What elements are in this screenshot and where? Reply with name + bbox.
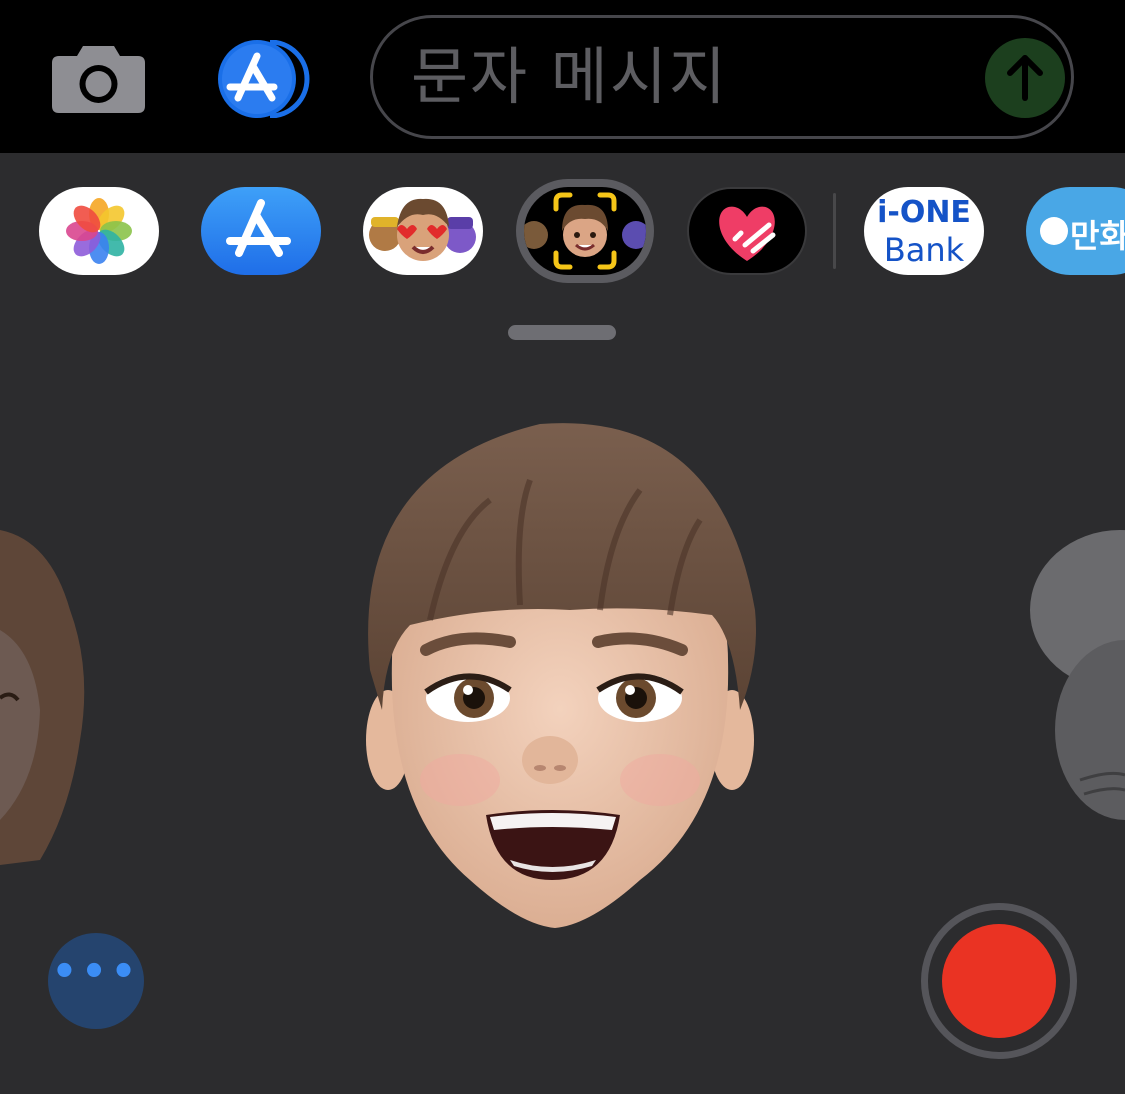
drawer-grabber-handle[interactable] <box>508 325 616 340</box>
camera-icon <box>52 46 145 113</box>
record-button[interactable] <box>921 903 1077 1059</box>
app-pill-memoji-selected[interactable] <box>516 179 654 283</box>
ione-bank-label-line2: Bank <box>883 231 965 269</box>
app-store-icon <box>226 199 291 257</box>
app-store-icon <box>218 39 310 119</box>
memoji-avatar-previous[interactable] <box>0 520 110 880</box>
app-pill-manhwa[interactable]: 만화경 <box>1026 187 1125 275</box>
memoji-icon <box>524 192 646 270</box>
photos-icon <box>66 198 132 264</box>
memoji-pill-inner <box>524 187 646 275</box>
message-compose-bar: 문자 메시지 <box>0 0 1125 153</box>
send-button[interactable] <box>985 38 1065 118</box>
heart-icon <box>719 206 776 261</box>
message-input[interactable]: 문자 메시지 <box>370 15 1074 139</box>
app-pill-app-store[interactable] <box>201 187 321 275</box>
memoji-stickers-icon <box>369 198 476 261</box>
app-pill-heart[interactable] <box>687 187 807 275</box>
more-options-button[interactable]: ••• <box>48 933 144 1029</box>
memoji-avatar-current[interactable] <box>340 410 780 940</box>
message-placeholder: 문자 메시지 <box>411 40 728 113</box>
app-pill-photos[interactable] <box>39 187 159 275</box>
app-pill-memoji-stickers[interactable] <box>363 187 483 275</box>
memoji-avatar-next-illustration <box>1030 530 1125 820</box>
memoji-avatar-next[interactable] <box>1020 520 1125 850</box>
app-drawer-divider <box>833 193 836 269</box>
manhwa-label: 만화경 <box>1070 217 1125 255</box>
app-pill-ione-bank[interactable]: i-ONE Bank <box>864 187 984 275</box>
camera-button[interactable] <box>51 42 146 114</box>
ione-bank-label-line1: i-ONE <box>877 195 971 230</box>
memoji-face-illustration <box>366 423 756 928</box>
memoji-avatar-previous-illustration <box>0 530 85 865</box>
arrow-up-icon <box>1007 55 1043 101</box>
app-store-button[interactable] <box>210 39 320 119</box>
record-icon <box>942 924 1056 1038</box>
more-options-dots: ••• <box>51 949 141 995</box>
